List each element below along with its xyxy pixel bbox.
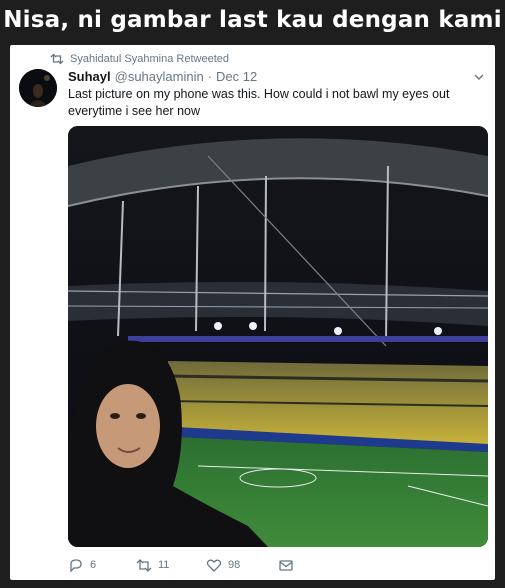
author-handle[interactable]: @suhaylaminin xyxy=(115,69,204,84)
reply-count: 6 xyxy=(90,559,97,571)
like-count: 98 xyxy=(228,559,241,571)
like-button[interactable]: 98 xyxy=(206,558,278,573)
retweet-icon xyxy=(50,53,64,65)
author-name[interactable]: Suhayl xyxy=(68,69,111,84)
envelope-icon xyxy=(279,559,293,571)
retweet-icon xyxy=(136,558,152,572)
tweet-date[interactable]: Dec 12 xyxy=(216,69,257,84)
stadium-selfie-image xyxy=(68,126,488,547)
tweet-photo[interactable] xyxy=(68,126,488,547)
avatar[interactable] xyxy=(19,69,57,107)
tweet-header: Suhayl @suhaylaminin · Dec 12 xyxy=(68,67,478,85)
reply-button[interactable]: 6 xyxy=(68,558,136,573)
tweet-text: Last picture on my phone was this. How c… xyxy=(68,87,450,118)
retweeted-by-label: Syahidatul Syahmina Retweeted xyxy=(70,53,229,65)
separator-dot: · xyxy=(207,68,213,84)
meme-caption: Nisa, ni gambar last kau dengan kami xyxy=(3,7,502,33)
retweet-count: 11 xyxy=(158,559,170,571)
chevron-down-icon[interactable] xyxy=(473,72,485,82)
avatar-image xyxy=(19,69,57,107)
tweet-actions: 6 11 98 xyxy=(68,555,328,575)
reply-icon xyxy=(70,558,82,573)
retweet-context: Syahidatul Syahmina Retweeted xyxy=(50,51,229,67)
retweet-button[interactable]: 11 xyxy=(136,558,206,573)
tweet-card[interactable]: Syahidatul Syahmina Retweeted Suhayl @su… xyxy=(10,45,495,580)
heart-icon xyxy=(206,559,222,572)
message-button[interactable] xyxy=(278,558,294,573)
